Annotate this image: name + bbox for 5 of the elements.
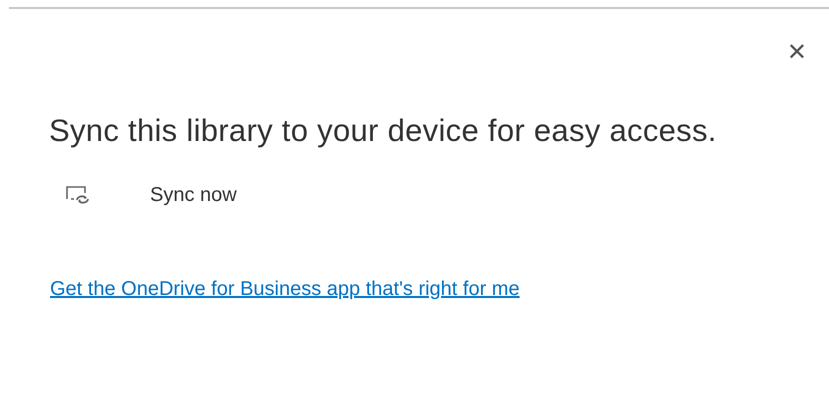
monitor-sync-icon <box>66 186 90 206</box>
dialog-heading: Sync this library to your device for easy access. <box>49 112 718 150</box>
close-button[interactable]: ✕ <box>786 33 807 71</box>
onedrive-app-link[interactable]: Get the OneDrive for Business app that's right for me <box>50 278 520 300</box>
sync-now-button[interactable]: Sync now <box>66 184 237 207</box>
